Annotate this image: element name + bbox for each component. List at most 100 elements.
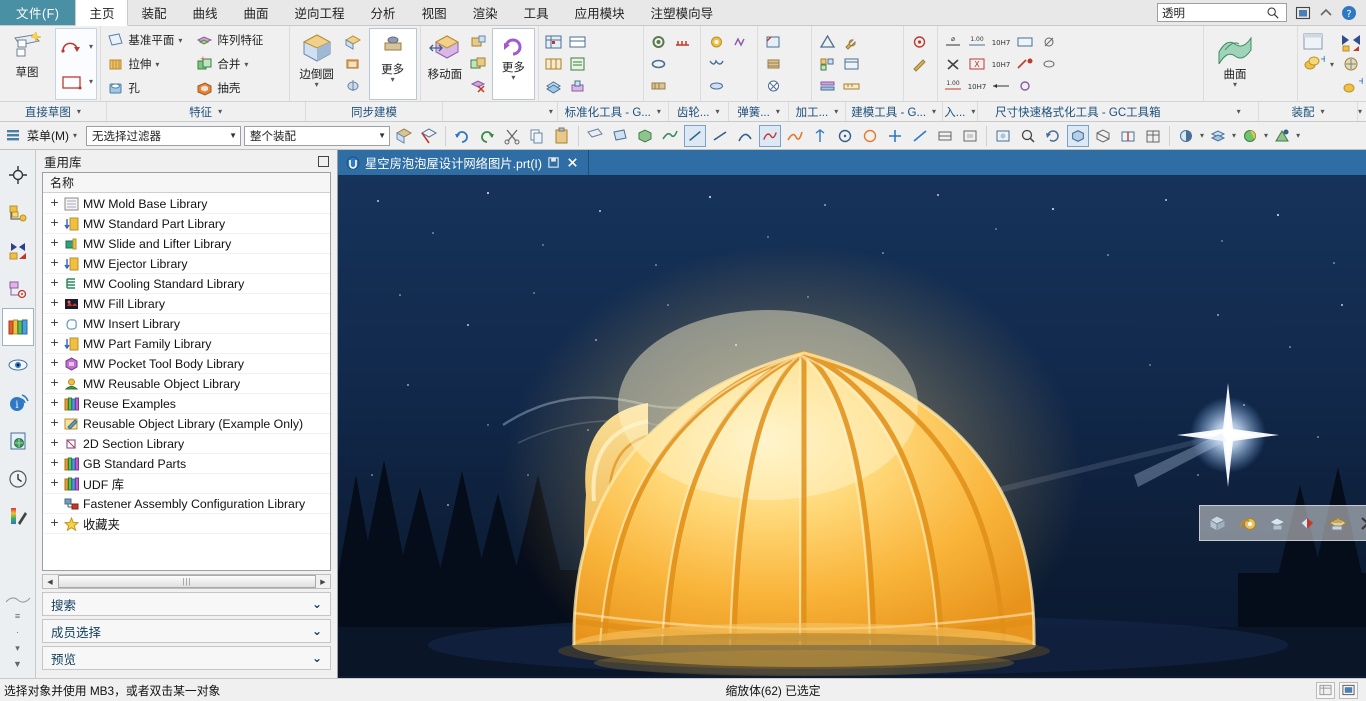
ribbon-tab-analysis[interactable]: 分析 <box>358 0 409 25</box>
color-button[interactable] <box>1239 125 1261 147</box>
dim-tool-13[interactable] <box>1037 31 1061 53</box>
line2-button[interactable] <box>709 125 731 147</box>
gc-tool-6[interactable] <box>566 75 590 97</box>
undo-button[interactable] <box>451 125 473 147</box>
close-icon[interactable] <box>566 156 580 170</box>
display-mode-button[interactable] <box>1175 125 1197 147</box>
group-label-standard-tools[interactable]: 标准化工具 - G... ▾ <box>558 102 669 121</box>
chevron-down-icon[interactable]: ⌄ <box>312 651 322 665</box>
list-item[interactable]: + 2D Section Library <box>43 434 330 454</box>
group-label-machining[interactable]: 加工... ▾ <box>789 102 846 121</box>
dim-tool-9[interactable] <box>989 75 1013 97</box>
spring-tool-3[interactable] <box>704 75 728 97</box>
surface-toggle-button[interactable] <box>659 125 681 147</box>
cut-button[interactable] <box>501 125 523 147</box>
rail-minor-1[interactable]: ≡ <box>3 608 33 624</box>
expand-icon[interactable]: + <box>49 457 60 469</box>
replace-face-button[interactable] <box>341 75 365 97</box>
help-icon[interactable]: ? <box>1341 5 1357 21</box>
group-label-misc[interactable]: 入... ▾ <box>943 102 978 121</box>
expand-icon[interactable]: + <box>49 337 60 349</box>
machining-tool-3[interactable] <box>761 75 785 97</box>
ribbon-tab-home[interactable]: 主页 <box>75 0 129 26</box>
expand-icon[interactable]: + <box>49 377 60 389</box>
group-label-overflow[interactable]: ▾ <box>1358 102 1366 121</box>
gc-tool-2[interactable] <box>542 53 566 75</box>
group-dropdown-icon[interactable]: ▾ <box>716 107 720 116</box>
shaded-view-button[interactable] <box>1067 124 1090 147</box>
sidebar-item-constraint-navigator[interactable] <box>2 232 34 270</box>
list-item[interactable]: + Reuse Examples <box>43 394 330 414</box>
model-tool-3[interactable] <box>815 75 839 97</box>
gc-tool-3[interactable] <box>542 75 566 97</box>
material-shade-button[interactable] <box>1293 508 1322 538</box>
expand-icon[interactable]: + <box>49 477 60 489</box>
spring-tool-1[interactable] <box>704 31 728 53</box>
rotate-button[interactable] <box>1042 125 1064 147</box>
sketch-button[interactable]: 草图 <box>3 28 51 100</box>
dim-tool-1[interactable]: ⌀ <box>941 31 965 53</box>
edge-blend-button[interactable]: 边倒圆 ▾ <box>293 28 341 100</box>
shape-button[interactable] <box>934 125 956 147</box>
dim-tool-7[interactable]: 10H7 <box>989 31 1013 53</box>
assembly-tool-4[interactable] <box>1339 53 1363 75</box>
delete-button[interactable] <box>1353 508 1366 538</box>
dim-tool-6[interactable]: 10H7 <box>965 75 989 97</box>
group-dropdown-icon[interactable]: ▾ <box>77 107 81 116</box>
search-input[interactable] <box>1162 6 1266 19</box>
expand-icon[interactable]: + <box>49 397 60 409</box>
pin-panel-button[interactable] <box>318 155 329 167</box>
list-item[interactable]: + MW Reusable Object Library <box>43 374 330 394</box>
sidebar-item-reuse-library[interactable] <box>1 308 34 346</box>
surface-button[interactable]: 曲面 ▾ <box>1207 28 1263 100</box>
assembly-tool-1[interactable] <box>1301 31 1325 53</box>
dim-tool-14[interactable] <box>1037 53 1061 75</box>
sidebar-item-view-manager[interactable] <box>2 346 34 384</box>
resize-face-button[interactable] <box>341 53 365 75</box>
gear-tool-2[interactable] <box>647 53 671 75</box>
extract-geometry-button[interactable] <box>1263 508 1292 538</box>
group-label-move-face[interactable]: ▾ <box>443 102 558 121</box>
list-item[interactable]: + MW Cooling Standard Library <box>43 274 330 294</box>
line-tool-button[interactable] <box>684 124 707 147</box>
arc-button[interactable] <box>734 125 756 147</box>
group-dropdown-icon[interactable]: ▾ <box>549 107 553 116</box>
accordion-member-select[interactable]: 成员选择 ⌄ <box>42 619 331 643</box>
list-item[interactable]: + Fastener Assembly Configuration Librar… <box>43 494 330 514</box>
sidebar-item-hd3d-tools[interactable]: i <box>2 384 34 422</box>
group-label-synchronous[interactable]: 同步建模 <box>306 102 444 121</box>
copy-face-button[interactable] <box>466 53 490 75</box>
floating-toolbar[interactable]: i <box>1199 505 1366 541</box>
sidebar-item-assembly-navigator[interactable] <box>2 156 34 194</box>
group-dropdown-icon[interactable]: ▾ <box>971 107 975 116</box>
gc-tool-4[interactable] <box>566 31 590 53</box>
sidebar-item-history[interactable] <box>2 460 34 498</box>
file-menu-tab[interactable]: 文件(F) <box>0 0 76 25</box>
group-dropdown-icon[interactable]: ▾ <box>834 107 838 116</box>
group-dropdown-icon[interactable]: ▾ <box>776 107 780 116</box>
misc-tool-2[interactable] <box>907 53 931 75</box>
group-dropdown-icon[interactable]: ▾ <box>932 107 936 116</box>
surface-caret[interactable]: ▾ <box>1233 81 1237 89</box>
expand-icon[interactable]: + <box>49 417 60 429</box>
model-tool-2[interactable] <box>815 53 839 75</box>
expand-icon[interactable]: + <box>49 217 60 229</box>
unite-caret[interactable]: ▾ <box>244 60 248 69</box>
synchronous-more-button[interactable]: 更多 ▾ <box>368 28 417 100</box>
sidebar-item-part-navigator[interactable] <box>2 194 34 232</box>
group-dropdown-icon[interactable]: ▾ <box>1358 107 1362 116</box>
assembly-component-button[interactable] <box>1203 508 1232 538</box>
gc-tool-1[interactable] <box>542 31 566 53</box>
pull-face-button[interactable] <box>466 31 490 53</box>
color-caret[interactable]: ▾ <box>1264 131 1268 140</box>
list-item[interactable]: + MW Slide and Lifter Library <box>43 234 330 254</box>
model-tool-5[interactable] <box>839 53 863 75</box>
gc-tool-5[interactable] <box>566 53 590 75</box>
edge-blend-caret[interactable]: ▾ <box>315 81 319 89</box>
menu-button[interactable]: 菜单(M) ▾ <box>4 127 83 144</box>
machining-tool-2[interactable] <box>761 53 785 75</box>
edit-blank-button[interactable] <box>1323 508 1352 538</box>
dim-tool-3[interactable]: 1.00 <box>941 75 965 97</box>
wireframe-button[interactable] <box>1092 125 1114 147</box>
datum-plane-caret[interactable]: ▾ <box>178 36 182 45</box>
